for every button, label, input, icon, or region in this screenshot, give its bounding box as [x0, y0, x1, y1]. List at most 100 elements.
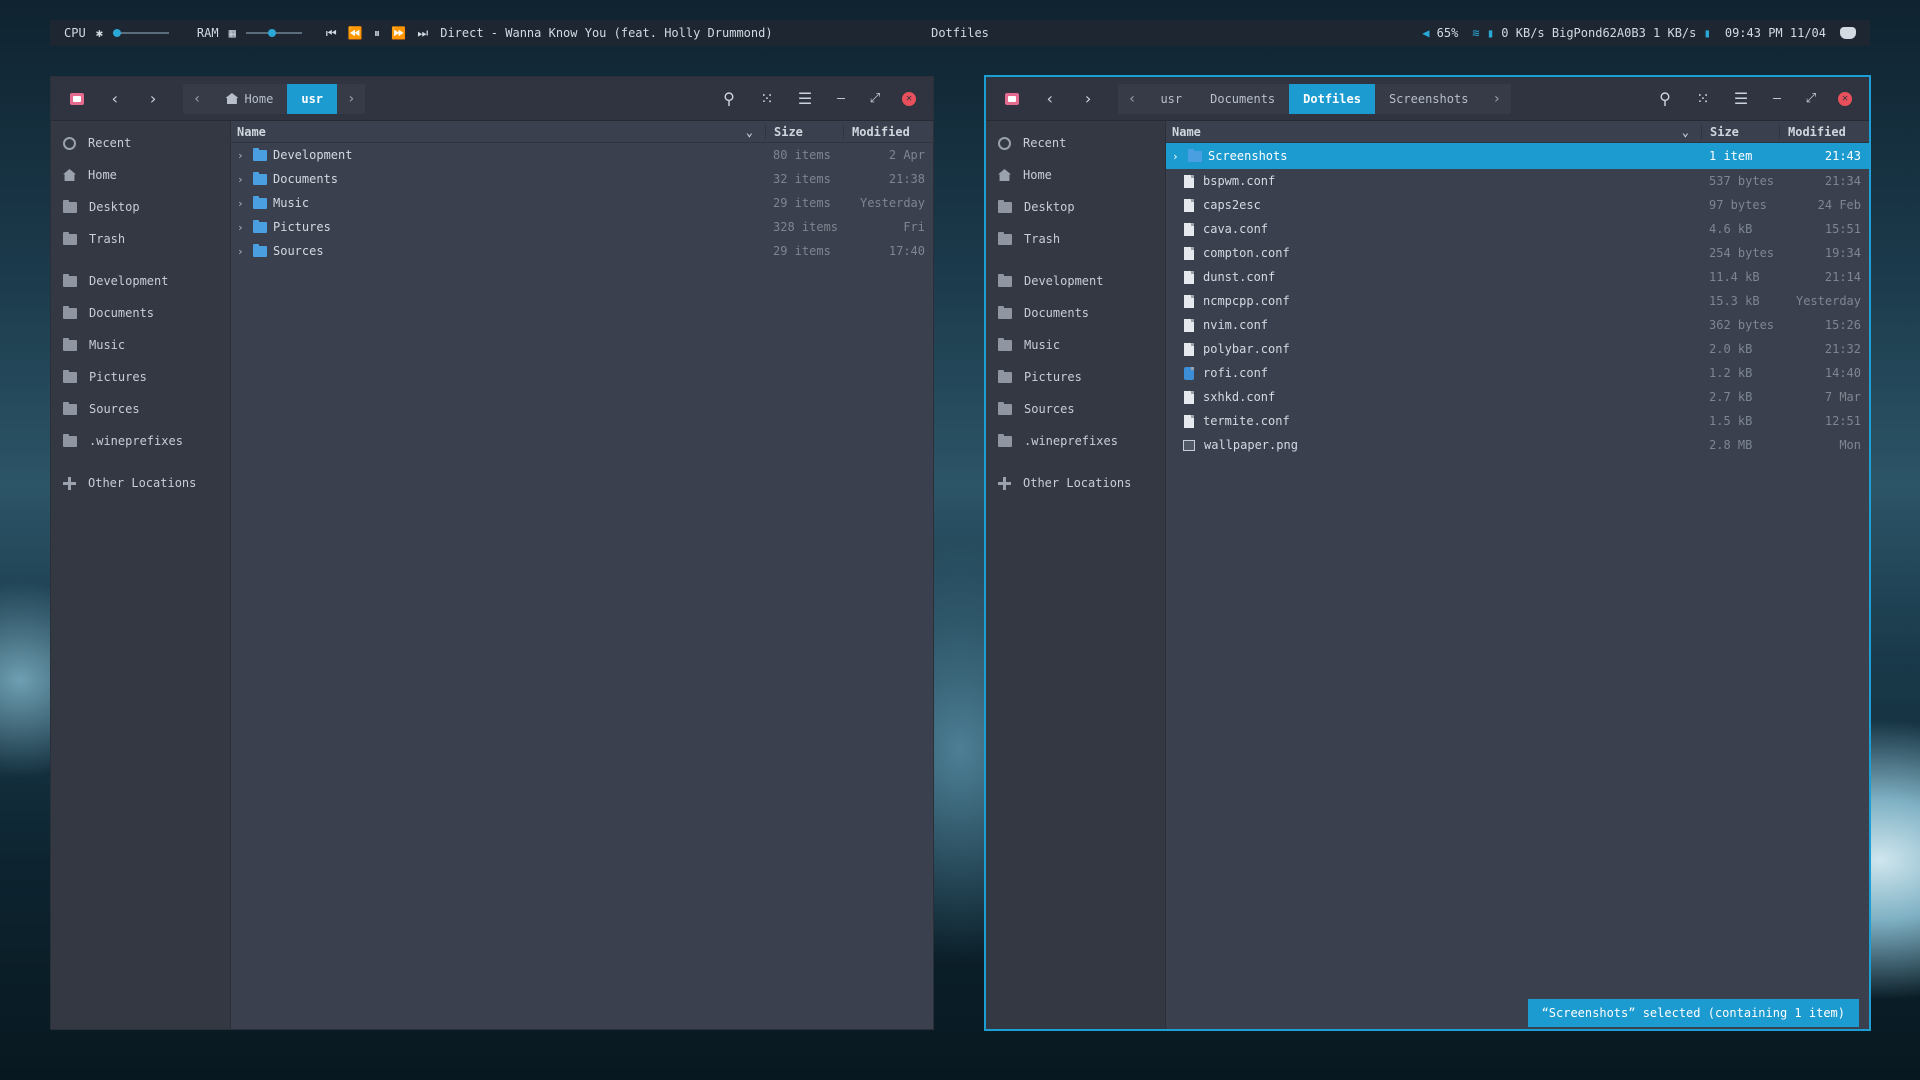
- app-menu-button[interactable]: [61, 84, 93, 114]
- sidebar-item-music[interactable]: Music: [51, 329, 230, 361]
- table-row[interactable]: cava.conf 4.6 kB 15:51: [1166, 217, 1869, 241]
- table-row[interactable]: dunst.conf 11.4 kB 21:14: [1166, 265, 1869, 289]
- table-row[interactable]: › Development 80 items 2 Apr: [231, 143, 933, 167]
- path-crumb-usr[interactable]: usr: [1146, 84, 1196, 114]
- table-row[interactable]: caps2esc 97 bytes 24 Feb: [1166, 193, 1869, 217]
- ram-icon: ▦: [228, 26, 236, 40]
- sidebar-item-pictures[interactable]: Pictures: [51, 361, 230, 393]
- sidebar-item-trash[interactable]: Trash: [986, 223, 1165, 255]
- ram-meter: [245, 29, 302, 37]
- path-crumb-screenshots[interactable]: Screenshots: [1375, 84, 1482, 114]
- path-crumb-usr[interactable]: usr: [287, 83, 338, 114]
- column-name[interactable]: Name ⌄: [1166, 125, 1701, 139]
- maximize-button[interactable]: ⤢: [1797, 85, 1825, 113]
- path-scroll-right-button[interactable]: ›: [1482, 84, 1510, 114]
- sidebar-item-sources[interactable]: Sources: [986, 393, 1165, 425]
- media-controls[interactable]: ⏮ ⏪ ⏸ ⏩ ⏭: [326, 26, 430, 41]
- table-row[interactable]: nvim.conf 362 bytes 15:26: [1166, 313, 1869, 337]
- app-menu-button[interactable]: [996, 84, 1028, 114]
- table-row[interactable]: › Screenshots 1 item 21:43: [1166, 143, 1869, 169]
- chevron-left-icon: ‹: [193, 90, 202, 107]
- sidebar-item-wineprefixes[interactable]: .wineprefixes: [51, 425, 230, 457]
- table-row[interactable]: ncmpcpp.conf 15.3 kB Yesterday: [1166, 289, 1869, 313]
- sidebar-item-wineprefixes[interactable]: .wineprefixes: [986, 425, 1165, 457]
- path-bar: ‹ usr Documents Dotfiles Screenshots ›: [1118, 83, 1511, 114]
- path-scroll-right-button[interactable]: ›: [337, 84, 365, 114]
- sidebar-item-other-locations[interactable]: Other Locations: [986, 467, 1165, 499]
- grid-view-button[interactable]: ⁙: [1687, 84, 1719, 114]
- sidebar-item-documents[interactable]: Documents: [51, 297, 230, 329]
- table-row[interactable]: › Music 29 items Yesterday: [231, 191, 933, 215]
- column-size[interactable]: Size: [765, 124, 843, 139]
- sidebar-item-home[interactable]: Home: [986, 159, 1165, 191]
- minimize-button[interactable]: –: [1763, 85, 1791, 113]
- maximize-button[interactable]: ⤢: [861, 85, 889, 113]
- sidebar-item-desktop[interactable]: Desktop: [986, 191, 1165, 223]
- sidebar-item-documents[interactable]: Documents: [986, 297, 1165, 329]
- back-button[interactable]: ‹: [1034, 84, 1066, 114]
- sidebar-item-music[interactable]: Music: [986, 329, 1165, 361]
- table-row[interactable]: › Sources 29 items 17:40: [231, 239, 933, 263]
- table-row[interactable]: › Pictures 328 items Fri: [231, 215, 933, 239]
- table-row[interactable]: polybar.conf 2.0 kB 21:32: [1166, 337, 1869, 361]
- sidebar-item-trash[interactable]: Trash: [51, 223, 230, 255]
- menu-button[interactable]: ☰: [1725, 84, 1757, 114]
- wifi-icon: ≋: [1472, 26, 1480, 40]
- expander-icon[interactable]: ›: [237, 221, 247, 234]
- close-button[interactable]: ✕: [895, 85, 923, 113]
- back-arrow-icon: ‹: [110, 89, 120, 108]
- sidebar-item-sources[interactable]: Sources: [51, 393, 230, 425]
- sidebar-item-recent[interactable]: Recent: [986, 127, 1165, 159]
- path-crumb-home[interactable]: Home: [211, 84, 287, 114]
- focused-window-title: Dotfiles: [931, 26, 989, 40]
- sidebar-item-development[interactable]: Development: [51, 265, 230, 297]
- forward-button[interactable]: ›: [137, 84, 169, 114]
- minimize-button[interactable]: –: [827, 85, 855, 113]
- search-icon: ⚲: [723, 89, 735, 108]
- network-indicator[interactable]: ≋ ▮ 0 KB/s BigPond62A0B3 1 KB/s ▮: [1472, 26, 1710, 40]
- sidebar-item-pictures[interactable]: Pictures: [986, 361, 1165, 393]
- table-row[interactable]: rofi.conf 1.2 kB 14:40: [1166, 361, 1869, 385]
- back-button[interactable]: ‹: [99, 84, 131, 114]
- sidebar-item-home[interactable]: Home: [51, 159, 230, 191]
- search-button[interactable]: ⚲: [1649, 84, 1681, 114]
- sidebar-item-development[interactable]: Development: [986, 265, 1165, 297]
- expander-icon[interactable]: ›: [237, 197, 247, 210]
- forward-arrow-icon: ›: [148, 89, 158, 108]
- path-scroll-left-button[interactable]: ‹: [183, 84, 211, 114]
- text-file-icon: [1184, 342, 1194, 356]
- discord-icon[interactable]: [1840, 27, 1856, 39]
- path-crumb-dotfiles[interactable]: Dotfiles: [1289, 83, 1375, 114]
- folder-icon: [998, 273, 1012, 287]
- search-button[interactable]: ⚲: [713, 84, 745, 114]
- expander-icon[interactable]: ›: [237, 173, 247, 186]
- expander-icon[interactable]: ›: [237, 245, 247, 258]
- table-row[interactable]: termite.conf 1.5 kB 12:51: [1166, 409, 1869, 433]
- close-button[interactable]: ✕: [1831, 85, 1859, 113]
- table-row[interactable]: sxhkd.conf 2.7 kB 7 Mar: [1166, 385, 1869, 409]
- clock: 09:43 PM 11/04: [1724, 26, 1826, 40]
- forward-button[interactable]: ›: [1072, 84, 1104, 114]
- folder-icon: [998, 305, 1012, 319]
- volume-indicator[interactable]: ◀ 65%: [1422, 26, 1458, 40]
- path-crumb-documents[interactable]: Documents: [1196, 84, 1289, 114]
- table-row[interactable]: compton.conf 254 bytes 19:34: [1166, 241, 1869, 265]
- column-name[interactable]: Name ⌄: [231, 125, 765, 139]
- column-modified[interactable]: Modified: [1779, 124, 1869, 139]
- menu-button[interactable]: ☰: [789, 84, 821, 114]
- expander-icon[interactable]: ›: [1172, 150, 1182, 163]
- sidebar-item-desktop[interactable]: Desktop: [51, 191, 230, 223]
- path-scroll-left-button[interactable]: ‹: [1118, 84, 1146, 114]
- sidebar-item-recent[interactable]: Recent: [51, 127, 230, 159]
- column-size[interactable]: Size: [1701, 124, 1779, 139]
- column-modified[interactable]: Modified: [843, 124, 933, 139]
- file-manager-window-dotfiles: ‹ › ‹ usr Documents Dotfiles Screenshots…: [985, 76, 1870, 1030]
- expander-icon[interactable]: ›: [237, 149, 247, 162]
- table-row[interactable]: wallpaper.png 2.8 MB Mon: [1166, 433, 1869, 457]
- sidebar-item-other-locations[interactable]: Other Locations: [51, 467, 230, 499]
- table-row[interactable]: bspwm.conf 537 bytes 21:34: [1166, 169, 1869, 193]
- text-file-icon: [1184, 294, 1194, 308]
- table-row[interactable]: › Documents 32 items 21:38: [231, 167, 933, 191]
- grid-view-button[interactable]: ⁙: [751, 84, 783, 114]
- image-file-icon: [1183, 439, 1195, 451]
